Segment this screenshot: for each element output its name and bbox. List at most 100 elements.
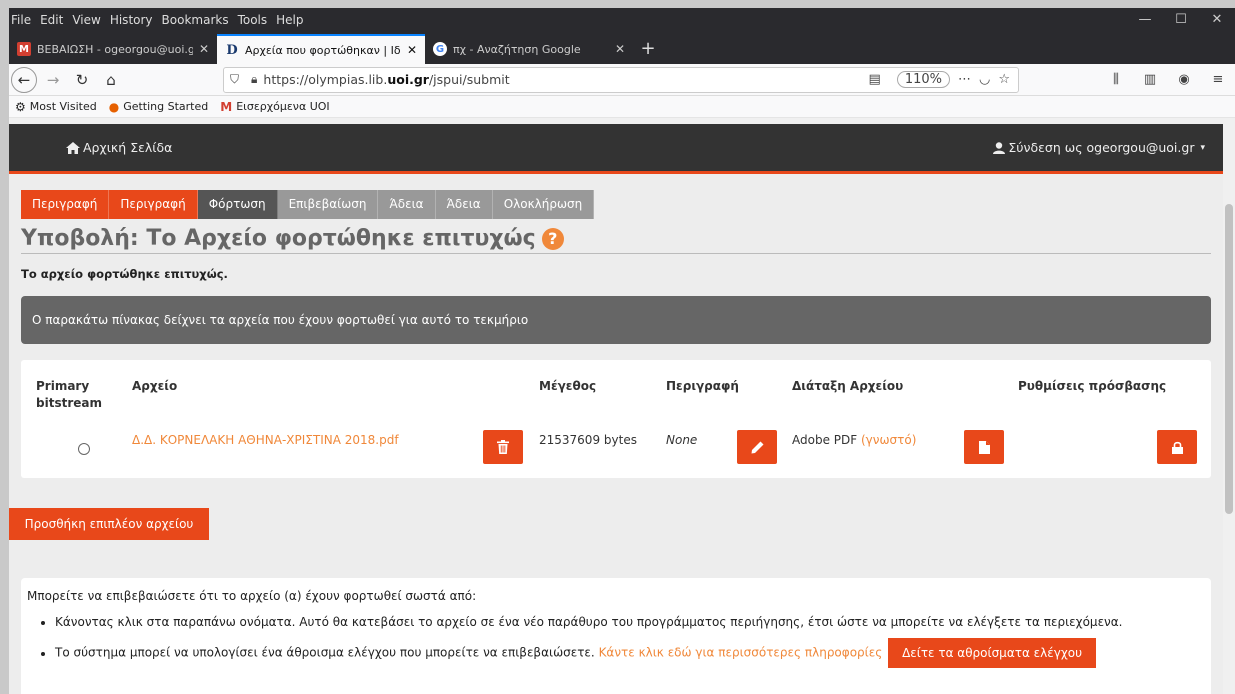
pencil-icon xyxy=(751,441,763,453)
gmail-icon: M xyxy=(17,42,31,56)
menu-bar: File Edit View History Bookmarks Tools H… xyxy=(9,8,1235,32)
delete-file-button[interactable] xyxy=(483,430,523,464)
bookmark-label: Most Visited xyxy=(29,100,97,113)
file-link[interactable]: Δ.Δ. ΚΟΡΝΕΛΑΚΗ ΑΘΗΝΑ-ΧΡΙΣΤΙΝΑ 2018.pdf xyxy=(132,433,399,447)
file-description: None xyxy=(666,433,698,447)
dspace-icon: D xyxy=(226,42,238,58)
menu-file[interactable]: File xyxy=(11,13,31,27)
verification-note: Μπορείτε να επιβεβαιώσετε ότι το αρχείο … xyxy=(21,578,1211,694)
house-icon xyxy=(66,141,80,154)
file-format: Adobe PDF (γνωστό) xyxy=(792,433,916,447)
user-icon xyxy=(993,141,1006,154)
lock-icon xyxy=(1171,441,1183,454)
change-format-button[interactable] xyxy=(964,430,1004,464)
tab-gmail[interactable]: M ΒΕΒΑΙΩΣΗ - ogeorgou@uoi.gr ✕ xyxy=(9,34,217,64)
forward-icon[interactable]: → xyxy=(40,67,66,93)
step-license-1: Άδεια xyxy=(378,190,436,219)
step-describe-1[interactable]: Περιγραφή xyxy=(21,190,110,219)
gmail-icon: M xyxy=(220,99,233,114)
show-checksums-button[interactable]: Δείτε τα αθροίσματα ελέγχου xyxy=(888,638,1097,668)
note-item: Κάνοντας κλικ στα παραπάνω ονόματα. Αυτό… xyxy=(55,615,1205,629)
menu-help[interactable]: Help xyxy=(276,13,303,27)
shield-icon[interactable]: ⛉ xyxy=(230,72,239,87)
close-icon[interactable]: ✕ xyxy=(407,43,417,57)
title-area: File Edit View History Bookmarks Tools H… xyxy=(9,8,1235,64)
pocket-icon[interactable]: ◡ xyxy=(979,72,990,87)
close-window-button[interactable]: ✕ xyxy=(1199,8,1235,32)
account-icon[interactable]: ◉ xyxy=(1167,72,1201,87)
new-tab-icon[interactable]: + xyxy=(633,34,663,64)
menu-bookmarks[interactable]: Bookmarks xyxy=(162,13,229,27)
col-access: Ρυθμίσεις πρόσβασης xyxy=(1018,379,1167,393)
menu-hamburger-icon[interactable]: ≡ xyxy=(1201,72,1235,87)
bookmark-getting-started[interactable]: ● Getting Started xyxy=(109,100,209,114)
home-link[interactable]: Αρχική Σελίδα xyxy=(66,140,172,155)
bookmark-inbox[interactable]: M Εισερχόμενα UOI xyxy=(220,100,329,114)
maximize-button[interactable]: ☐ xyxy=(1163,8,1199,32)
primary-bitstream-radio[interactable] xyxy=(78,443,90,455)
gear-icon: ⚙ xyxy=(15,99,26,114)
nav-bar: ← → ↻ ⌂ ⛉ 🔒︎ https://olympias.lib.uoi.gr… xyxy=(9,64,1235,96)
progress-steps: Περιγραφή Περιγραφή Φόρτωση Επιβεβαίωση … xyxy=(21,190,1211,219)
main-content: Περιγραφή Περιγραφή Φόρτωση Επιβεβαίωση … xyxy=(21,190,1211,478)
url-actions: ▤ 110% ⋯ ◡ ☆ xyxy=(869,71,1018,88)
edit-description-button[interactable] xyxy=(737,430,777,464)
url-text[interactable]: https://olympias.lib.uoi.gr/jspui/submit xyxy=(263,72,509,87)
home-icon[interactable]: ⌂ xyxy=(98,67,124,93)
col-size: Μέγεθος xyxy=(539,379,597,393)
bookmark-star-icon[interactable]: ☆ xyxy=(998,72,1010,87)
firefox-icon: ● xyxy=(108,99,120,114)
page-content: Αρχική Σελίδα Σύνδεση ως ogeorgou@uoi.gr… xyxy=(9,124,1235,694)
minimize-button[interactable]: — xyxy=(1127,8,1163,32)
user-menu[interactable]: Σύνδεση ως ogeorgou@uoi.gr ▾ xyxy=(993,140,1205,155)
col-format: Διάταξη Αρχείου xyxy=(792,379,904,393)
tab-label: ΒΕΒΑΙΩΣΗ - ogeorgou@uoi.gr xyxy=(37,42,193,56)
toolbar-right: ⫼ ▥ ◉ ≡ xyxy=(1099,72,1235,87)
format-known-link[interactable]: (γνωστό) xyxy=(861,433,916,447)
browser-window: File Edit View History Bookmarks Tools H… xyxy=(9,8,1235,694)
step-upload[interactable]: Φόρτωση xyxy=(197,190,278,219)
reload-icon[interactable]: ↻ xyxy=(69,67,95,93)
info-bar: Ο παρακάτω πίνακας δείχνει τα αρχεία που… xyxy=(21,296,1211,344)
file-size: 21537609 bytes xyxy=(539,433,637,447)
files-table: Primary bitstream Αρχείο Μέγεθος Περιγραφ… xyxy=(21,360,1211,478)
bookmark-label: Getting Started xyxy=(123,100,209,113)
format-name: Adobe PDF xyxy=(792,433,858,447)
url-prefix: https://olympias.lib. xyxy=(263,72,388,87)
page-title-text: Υποβολή: Το Αρχείο φορτώθηκε επιτυχώς xyxy=(21,226,536,251)
zoom-level[interactable]: 110% xyxy=(896,71,950,88)
file-icon xyxy=(978,440,990,454)
scrollbar-thumb[interactable] xyxy=(1225,204,1233,514)
menu-history[interactable]: History xyxy=(110,13,153,27)
menu-edit[interactable]: Edit xyxy=(40,13,63,27)
scrollbar[interactable] xyxy=(1223,124,1235,694)
sidebar-icon[interactable]: ▥ xyxy=(1133,72,1167,87)
step-complete: Ολοκλήρωση xyxy=(492,190,595,219)
close-icon[interactable]: ✕ xyxy=(615,42,625,56)
url-suffix: /jspui/submit xyxy=(428,72,510,87)
more-info-link[interactable]: Κάντε κλικ εδώ για περισσότερες πληροφορ… xyxy=(599,646,883,660)
tab-google[interactable]: G πχ - Αναζήτηση Google ✕ xyxy=(425,34,633,64)
caret-down-icon: ▾ xyxy=(1200,142,1205,153)
url-host: uoi.gr xyxy=(387,72,429,87)
tab-strip: M ΒΕΒΑΙΩΣΗ - ogeorgou@uoi.gr ✕ D Αρχεία … xyxy=(9,32,1235,64)
menu-tools[interactable]: Tools xyxy=(238,13,268,27)
tab-label: Αρχεία που φορτώθηκαν | Ιδρ xyxy=(245,43,401,57)
bookmark-most-visited[interactable]: ⚙ Most Visited xyxy=(15,100,97,114)
reader-view-icon[interactable]: ▤ xyxy=(869,72,881,87)
tab-dspace[interactable]: D Αρχεία που φορτώθηκαν | Ιδρ ✕ xyxy=(217,34,425,64)
back-icon[interactable]: ← xyxy=(11,66,37,93)
menu-view[interactable]: View xyxy=(72,13,100,27)
lock-icon[interactable]: 🔒︎ xyxy=(251,72,257,87)
window-controls: — ☐ ✕ xyxy=(1127,8,1235,32)
help-icon[interactable]: ? xyxy=(541,227,564,250)
add-file-button[interactable]: Προσθήκη επιπλέον αρχείου xyxy=(9,508,209,540)
close-icon[interactable]: ✕ xyxy=(199,42,209,56)
step-describe-2[interactable]: Περιγραφή xyxy=(109,190,198,219)
url-bar[interactable]: ⛉ 🔒︎ https://olympias.lib.uoi.gr/jspui/s… xyxy=(223,66,1019,93)
access-settings-button[interactable] xyxy=(1157,430,1197,464)
library-icon[interactable]: ⫼ xyxy=(1099,72,1133,87)
col-file: Αρχείο xyxy=(132,379,178,393)
bookmark-label: Εισερχόμενα UOI xyxy=(236,100,330,113)
more-actions-icon[interactable]: ⋯ xyxy=(958,72,971,87)
